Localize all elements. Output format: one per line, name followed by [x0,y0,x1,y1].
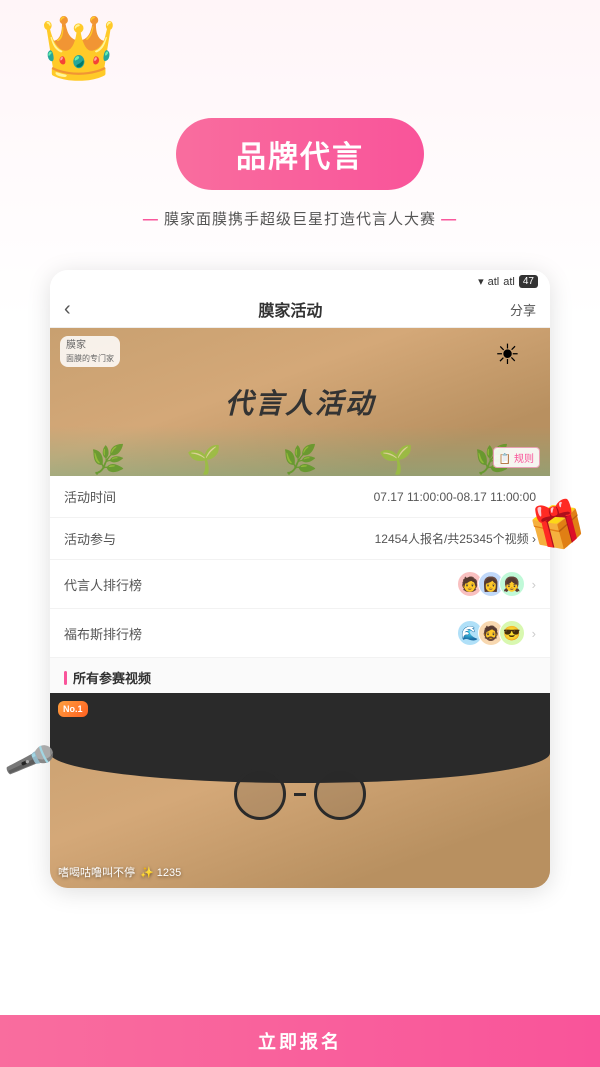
section-label: 所有参赛视频 [73,668,151,687]
glass-right [314,768,366,820]
subtitle-dash-left: — [143,211,159,228]
star-count: ✨ 1235 [140,866,181,879]
chevron-icon-2: › [532,626,536,641]
glass-bridge [294,793,306,796]
activity-time-value: 07.17 11:00:00-08.17 11:00:00 [374,490,536,504]
wifi-icon: ▾ [478,275,484,288]
banner-leaves: 🌿 🌱 🌿 🌱 🌿 [50,426,550,476]
back-button[interactable]: ‹ [64,298,71,321]
activity-time-label: 活动时间 [64,487,116,506]
signal-icon-2: atl [503,276,515,288]
video-thumbnail[interactable]: No.1 嗜喝咕噜叫不停 ✨ 1235 [50,693,550,888]
video-username: 嗜喝咕噜叫不停 [58,864,135,880]
participation-label: 活动参与 [64,529,116,548]
register-button[interactable]: 立即报名 [0,1015,600,1067]
section-bar-icon [64,671,67,685]
sun-icon: ☀ [495,338,520,371]
nav-bar: ‹ 膜家活动 分享 [50,291,550,328]
subtitle: — 膜家面膜携手超级巨星打造代言人大赛 — [0,208,600,229]
chevron-icon: › [532,577,536,592]
forbes-avatars: 🌊 🧔 😎 › [457,620,536,646]
signal-icon-1: atl [488,276,500,288]
glass-left [234,768,286,820]
share-button[interactable]: 分享 [510,300,536,319]
rules-badge[interactable]: 📋 规则 [493,447,540,468]
avatar-3: 👧 [499,571,525,597]
spokesperson-rank-label: 代言人排行榜 [64,575,142,594]
video-meta: 嗜喝咕噜叫不停 ✨ 1235 [58,864,181,880]
battery-indicator: 47 [519,275,538,288]
phone-mockup: ▾ atl atl 47 ‹ 膜家活动 分享 膜家 面膜的专门家 ☀ 代言人活动… [50,270,550,888]
activity-time-row: 活动时间 07.17 11:00:00-08.17 11:00:00 [50,476,550,518]
spokesperson-rank-row[interactable]: 代言人排行榜 🧑 👩 👧 › [50,560,550,609]
subtitle-dash-right: — [441,211,457,228]
activity-participation-row: 活动参与 12454人报名/共25345个视频 › [50,518,550,560]
info-rows: 活动时间 07.17 11:00:00-08.17 11:00:00 活动参与 … [50,476,550,658]
participation-value[interactable]: 12454人报名/共25345个视频 › [375,530,536,547]
forbes-avatar-3: 😎 [499,620,525,646]
section-header: 所有参赛视频 [50,658,550,693]
brand-badge: 品牌代言 [176,118,424,190]
crown-icon: 👑 [40,18,117,80]
subtitle-text: 膜家面膜携手超级巨星打造代言人大赛 [159,211,441,228]
forbes-rank-row[interactable]: 福布斯排行榜 🌊 🧔 😎 › [50,609,550,658]
rank-badge: No.1 [58,701,88,717]
activity-banner: 膜家 面膜的专门家 ☀ 代言人活动 🌿 🌱 🌿 🌱 🌿 📋 规则 [50,328,550,476]
spokesperson-avatars: 🧑 👩 👧 › [457,571,536,597]
forbes-rank-label: 福布斯排行榜 [64,624,142,643]
glasses-decoration [234,768,366,820]
brand-logo: 膜家 面膜的专门家 [60,336,120,367]
nav-title: 膜家活动 [258,297,322,321]
banner-title: 代言人活动 [225,382,375,422]
status-bar: ▾ atl atl 47 [50,270,550,291]
